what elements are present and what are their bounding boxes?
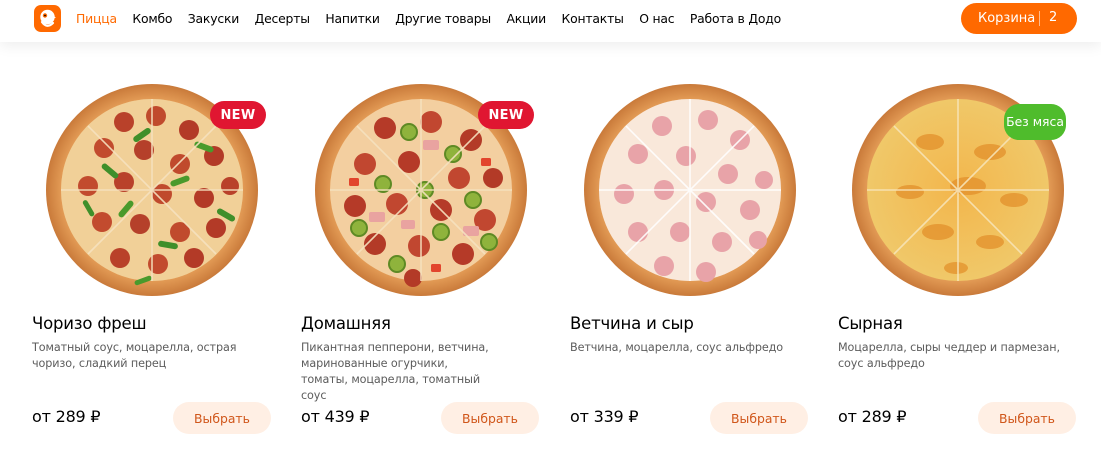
product-description: Ветчина, моцарелла, соус альфредо [570,341,783,354]
cart-divider [1039,11,1040,26]
product-card: Ветчина и сыр Ветчина, моцарелла, соус а… [570,42,820,450]
nav-item-drinks[interactable]: Напитки [325,11,380,26]
nav-item-combo[interactable]: Комбо [132,11,172,26]
nav-item-other-goods[interactable]: Другие товары [395,11,491,26]
select-button[interactable]: Выбрать [978,402,1076,434]
category-nav: Пицца Комбо Закуски Десерты Напитки Друг… [76,0,796,36]
select-button[interactable]: Выбрать [441,402,539,434]
product-title: Чоризо фреш [32,314,147,333]
product-title: Домашняя [301,314,391,333]
cart-button[interactable]: Корзина 2 [961,3,1077,34]
new-badge: NEW [210,101,266,129]
nav-item-promotions[interactable]: Акции [507,11,547,26]
product-price: от 289 ₽ [838,407,907,426]
cart-label: Корзина [978,11,1036,26]
product-title: Ветчина и сыр [570,314,694,333]
nav-item-desserts[interactable]: Десерты [255,11,310,26]
product-card: NEW Домашняя Пикантная пепперони, ветчин… [301,42,551,450]
cart-count: 2 [1049,10,1058,25]
product-description: Пикантная пепперони, ветчина, маринованн… [301,341,489,402]
dodo-logo[interactable] [34,5,61,32]
pizza-ham-cheese-image[interactable] [582,82,798,298]
product-price: от 339 ₽ [570,407,639,426]
nav-item-about[interactable]: О нас [639,11,674,26]
product-card: NEW Чоризо фреш Томатный соус, моцарелла… [32,42,282,450]
product-price: от 289 ₽ [32,407,101,426]
product-card: Без мяса Сырная Моцарелла, сыры чеддер и… [838,42,1088,450]
vegetarian-badge: Без мяса [1004,104,1066,140]
nav-item-careers[interactable]: Работа в Додо [690,11,781,26]
nav-item-contacts[interactable]: Контакты [562,11,624,26]
nav-item-snacks[interactable]: Закуски [188,11,240,26]
nav-item-pizza[interactable]: Пицца [76,11,117,26]
dodo-bird-icon [40,9,56,27]
select-button[interactable]: Выбрать [710,402,808,434]
select-button[interactable]: Выбрать [173,402,271,434]
product-title: Сырная [838,314,903,333]
product-price: от 439 ₽ [301,407,370,426]
product-description: Томатный соус, моцарелла, острая чоризо,… [32,341,237,370]
product-description: Моцарелла, сыры чеддер и пармезан, соус … [838,341,1060,370]
new-badge: NEW [478,101,534,129]
top-navigation-bar: Пицца Комбо Закуски Десерты Напитки Друг… [0,0,1101,42]
